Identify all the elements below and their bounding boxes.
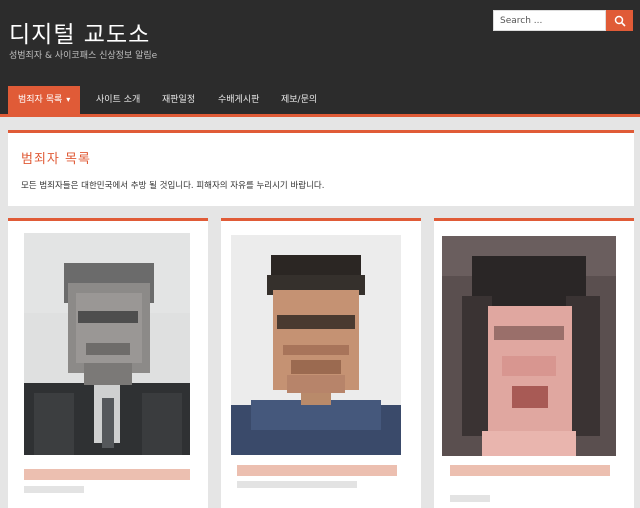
criminal-card[interactable] [434, 218, 634, 508]
criminal-photo[interactable] [24, 233, 190, 455]
nav-item-label: 범죄자 목록 [18, 95, 63, 105]
criminal-meta [450, 495, 490, 502]
nav-item-report[interactable]: 제보/문의 [281, 86, 317, 114]
chevron-down-icon: ▾ [66, 95, 71, 104]
criminal-name[interactable] [24, 469, 190, 480]
intro-panel: 범죄자 목록 모든 범죄자들은 대한민국에서 추방 될 것입니다. 피해자의 자… [8, 130, 634, 206]
nav-item-site-intro[interactable]: 사이트 소개 [96, 86, 140, 114]
site-header: 디지털 교도소 성범죄자 & 사이코패스 신상정보 알림e [0, 0, 640, 86]
search-input[interactable] [493, 10, 606, 31]
criminal-name[interactable] [450, 465, 610, 476]
criminal-name[interactable] [237, 465, 397, 476]
criminal-photo[interactable] [231, 235, 401, 455]
search-icon [614, 15, 626, 27]
criminal-card[interactable] [221, 218, 421, 508]
nav-item-trial-schedule[interactable]: 재판일정 [162, 86, 195, 114]
criminal-photo[interactable] [442, 236, 616, 456]
main-nav: 범죄자 목록 ▾ 사이트 소개 재판일정 수배게시판 제보/문의 [0, 86, 640, 117]
criminal-meta [24, 486, 84, 493]
site-title[interactable]: 디지털 교도소 [9, 15, 150, 49]
intro-text: 모든 범죄자들은 대한민국에서 추방 될 것입니다. 피해자의 자유를 누리시기… [21, 181, 325, 191]
page-title: 범죄자 목록 [21, 152, 91, 167]
site-tagline: 성범죄자 & 사이코패스 신상정보 알림e [9, 51, 158, 61]
criminal-meta [237, 481, 357, 488]
nav-item-wanted-board[interactable]: 수배게시판 [218, 86, 259, 114]
search-button[interactable] [606, 10, 633, 31]
nav-item-criminal-list[interactable]: 범죄자 목록 ▾ [8, 86, 81, 114]
criminal-card[interactable] [8, 218, 208, 508]
